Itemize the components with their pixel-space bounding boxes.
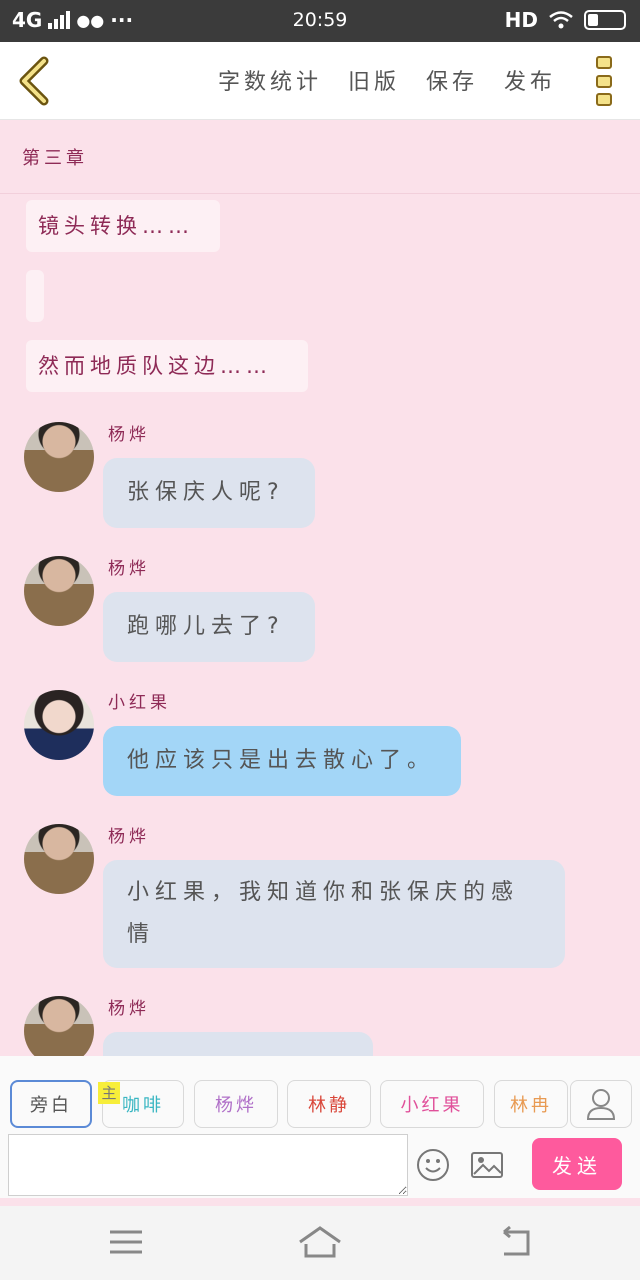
speaker-name: 杨烨 <box>108 425 150 445</box>
avatar[interactable] <box>24 690 94 760</box>
old-version-button[interactable]: 旧版 <box>348 64 400 96</box>
character-chip-narrator[interactable]: 旁白 <box>10 1080 92 1128</box>
home-nav-icon[interactable] <box>298 1224 342 1260</box>
chapter-title: 第三章 <box>22 148 88 169</box>
narration-block[interactable]: 然而地质队这边…… <box>26 340 308 392</box>
main-character-badge: 主 <box>98 1082 120 1104</box>
system-nav-bar <box>0 1206 640 1280</box>
message-line: 情 <box>127 922 156 947</box>
publish-button[interactable]: 发布 <box>504 64 556 96</box>
more-icon[interactable] <box>596 56 612 106</box>
character-chip[interactable]: 林静 <box>287 1080 371 1128</box>
chat-area: 镜头转换…… 然而地质队这边…… 杨烨 张保庆人呢? 杨烨 跑哪儿去了? 小红果… <box>0 194 640 1056</box>
hd-label: HD <box>504 8 538 32</box>
character-chip[interactable]: 小红果 <box>380 1080 484 1128</box>
avatar[interactable] <box>24 556 94 626</box>
character-selector: 旁白 咖啡 主 杨烨 林静 小红果 林冉 <box>0 1056 640 1134</box>
menu-nav-icon[interactable] <box>104 1224 148 1260</box>
speaker-name: 杨烨 <box>108 827 150 847</box>
avatar[interactable] <box>24 824 94 894</box>
back-icon[interactable] <box>14 56 54 106</box>
wifi-icon <box>549 11 573 29</box>
message-line: 小红果，我知道你和张保庆的感 <box>127 880 520 905</box>
character-chip[interactable]: 杨烨 <box>194 1080 278 1128</box>
image-icon[interactable] <box>470 1148 504 1182</box>
message-input[interactable] <box>8 1134 408 1196</box>
message-bubble[interactable]: 小红果，我知道你和张保庆的感 情 <box>103 860 565 968</box>
speaker-name: 杨烨 <box>108 999 150 1019</box>
status-bar: 4G ●● ··· 20:59 HD <box>0 0 640 42</box>
speaker-name: 小红果 <box>108 693 171 713</box>
person-icon[interactable] <box>570 1080 632 1128</box>
speaker-name: 杨烨 <box>108 559 150 579</box>
message-bubble[interactable] <box>103 1032 373 1056</box>
send-button[interactable]: 发送 <box>532 1138 622 1190</box>
narration-block[interactable]: 镜头转换…… <box>26 200 220 252</box>
save-button[interactable]: 保存 <box>426 64 478 96</box>
word-count-button[interactable]: 字数统计 <box>218 64 322 96</box>
avatar[interactable] <box>24 422 94 492</box>
emoji-icon[interactable] <box>416 1148 450 1182</box>
avatar[interactable] <box>24 996 94 1056</box>
message-bubble[interactable]: 他应该只是出去散心了。 <box>103 726 461 796</box>
editor-toolbar: 字数统计 旧版 保存 发布 <box>0 42 640 120</box>
battery-icon <box>584 10 626 30</box>
chapter-header: 第三章 <box>0 120 640 194</box>
character-chip[interactable]: 林冉 <box>494 1080 568 1128</box>
return-nav-icon[interactable] <box>494 1224 538 1260</box>
message-bubble[interactable]: 张保庆人呢? <box>103 458 315 528</box>
message-bubble[interactable]: 跑哪儿去了? <box>103 592 315 662</box>
narration-block-empty[interactable] <box>26 270 44 322</box>
composer: 发送 <box>0 1134 640 1198</box>
divider <box>0 1198 640 1206</box>
